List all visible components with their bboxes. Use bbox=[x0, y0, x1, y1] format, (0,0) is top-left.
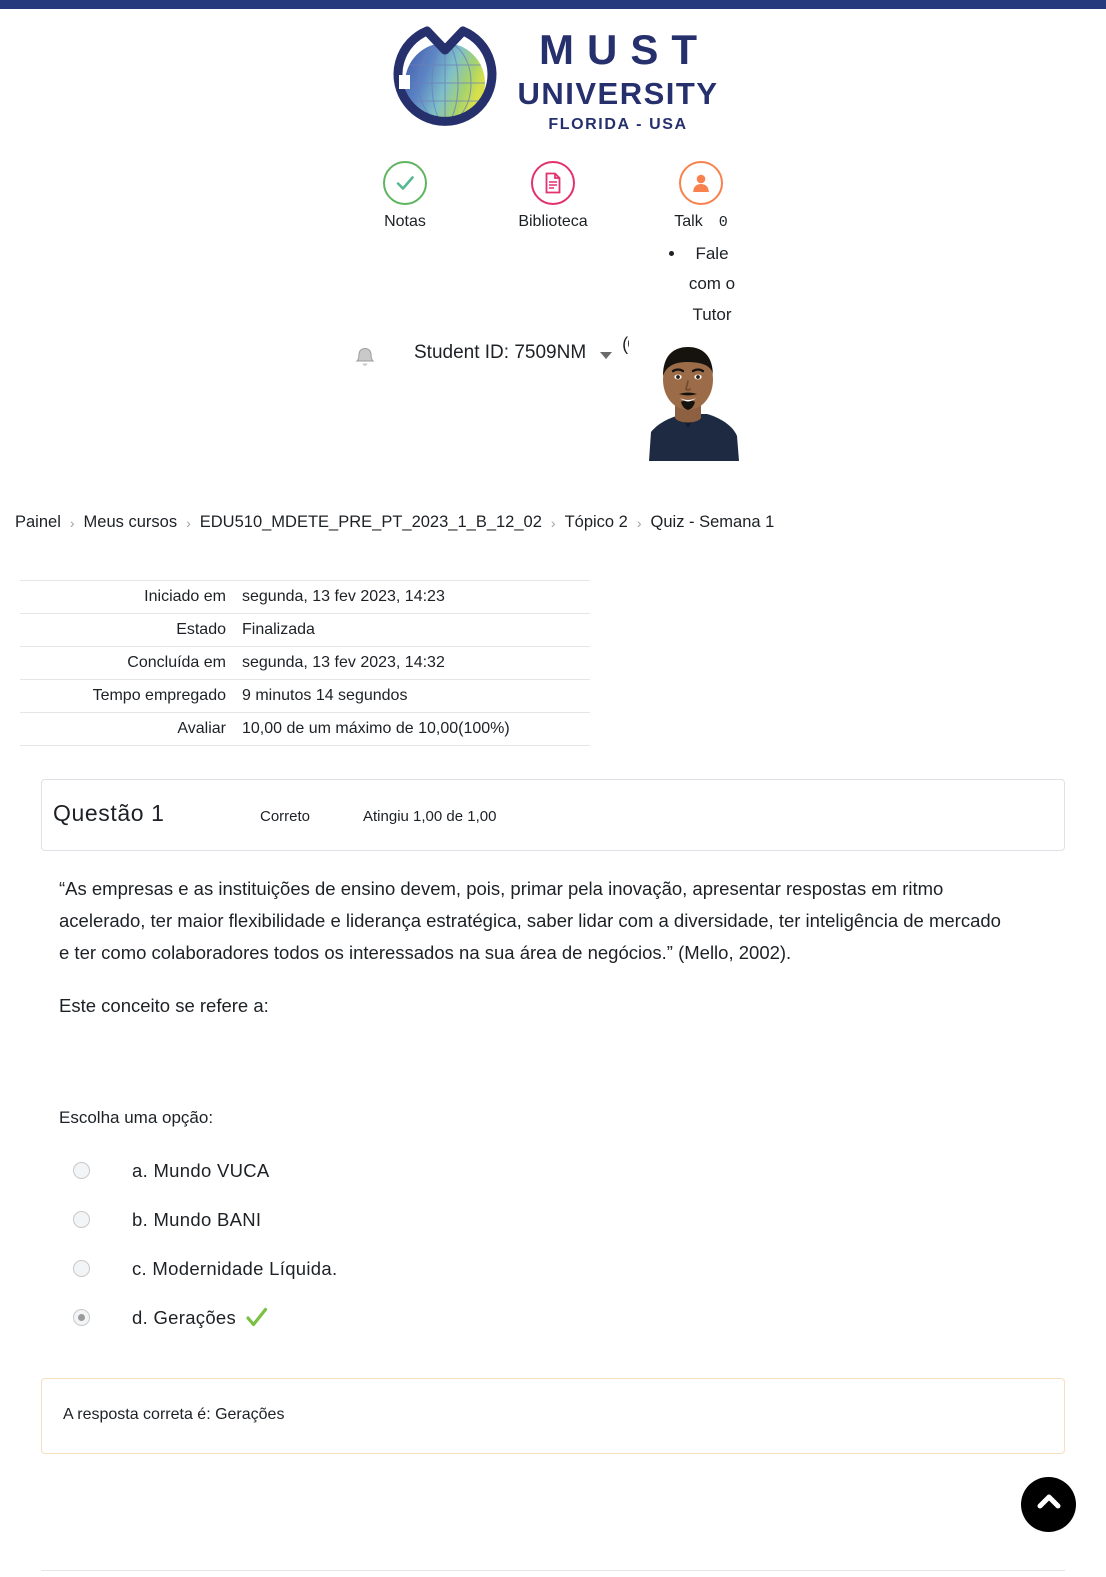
logo-must-text: MUST bbox=[539, 26, 710, 73]
breadcrumb-item-meus-cursos[interactable]: Meus cursos bbox=[84, 513, 178, 532]
site-logo[interactable]: MUST UNIVERSITY FLORIDA - USA bbox=[0, 9, 1106, 139]
logo-florida-text: FLORIDA - USA bbox=[548, 116, 688, 133]
table-row: Tempo empregado 9 minutos 14 segundos bbox=[20, 679, 590, 713]
answer-options-list: a. Mundo VUCA b. Mundo BANI c. Modernida… bbox=[59, 1146, 659, 1342]
breadcrumb-item-painel[interactable]: Painel bbox=[15, 513, 61, 532]
chevron-down-icon[interactable] bbox=[600, 351, 613, 359]
answer-option-d-label: d. Gerações bbox=[132, 1306, 237, 1328]
student-id-label: Student ID: 7509NM bbox=[414, 341, 587, 363]
quick-link-talk-label: Talk bbox=[674, 213, 703, 230]
answer-option-d[interactable]: d. Gerações bbox=[59, 1293, 659, 1342]
question-number: Questão 1 bbox=[53, 800, 165, 826]
user-menu[interactable]: Student ID: 7509NM (C bbox=[352, 334, 640, 376]
breadcrumb: Painel › Meus cursos › EDU510_MDETE_PRE_… bbox=[15, 513, 774, 532]
quick-link-biblioteca[interactable]: Biblioteca bbox=[503, 161, 603, 231]
breadcrumb-item-course[interactable]: EDU510_MDETE_PRE_PT_2023_1_B_12_02 bbox=[200, 513, 542, 532]
footer-divider bbox=[41, 1570, 1065, 1571]
site-header: MUST UNIVERSITY FLORIDA - USA Notas Bibl… bbox=[0, 9, 1106, 466]
chevron-up-icon bbox=[1034, 1487, 1064, 1522]
question-text-block: “As empresas e as instituições de ensino… bbox=[59, 873, 1009, 1022]
quick-link-notas-label: Notas bbox=[384, 213, 426, 230]
radio-button-b[interactable] bbox=[73, 1211, 90, 1228]
summary-key: Avaliar bbox=[20, 712, 242, 746]
question-header-card: Questão 1 Correto Atingiu 1,00 de 1,00 bbox=[41, 779, 1065, 851]
summary-value: segunda, 13 fev 2023, 14:23 bbox=[242, 580, 590, 614]
breadcrumb-separator-icon: › bbox=[636, 514, 642, 531]
attempt-summary-table: Iniciado em segunda, 13 fev 2023, 14:23 … bbox=[20, 580, 590, 746]
quick-link-notas[interactable]: Notas bbox=[355, 161, 455, 231]
question-grade: Atingiu 1,00 de 1,00 bbox=[363, 808, 497, 825]
breadcrumb-separator-icon: › bbox=[186, 514, 191, 531]
summary-value: Finalizada bbox=[242, 613, 590, 647]
logo-university-text: UNIVERSITY bbox=[517, 76, 719, 111]
radio-button-c[interactable] bbox=[73, 1260, 90, 1277]
radio-button-d[interactable] bbox=[73, 1309, 90, 1326]
top-navigation-bar bbox=[0, 0, 1106, 9]
correct-check-icon bbox=[245, 1306, 268, 1329]
summary-key: Tempo empregado bbox=[20, 679, 242, 713]
breadcrumb-item-quiz[interactable]: Quiz - Semana 1 bbox=[651, 513, 775, 532]
answer-option-a-label: a. Mundo VUCA bbox=[132, 1159, 270, 1181]
quick-link-talk-label-row: Talk 0 bbox=[674, 213, 727, 231]
user-strip: Student ID: 7509NM (C bbox=[0, 334, 1106, 466]
summary-value: 9 minutos 14 segundos bbox=[242, 679, 590, 713]
summary-value: 10,00 de um máximo de 10,00(100%) bbox=[242, 712, 590, 746]
table-row: Iniciado em segunda, 13 fev 2023, 14:23 bbox=[20, 580, 590, 614]
table-row: Avaliar 10,00 de um máximo de 10,00(100%… bbox=[20, 712, 590, 746]
question-state: Correto bbox=[260, 808, 311, 825]
scroll-to-top-button[interactable] bbox=[1021, 1477, 1076, 1532]
table-row: Concluída em segunda, 13 fev 2023, 14:32 bbox=[20, 646, 590, 680]
summary-key: Estado bbox=[20, 613, 242, 647]
talk-unread-badge: 0 bbox=[718, 214, 728, 231]
tutor-menu-item[interactable]: Fale com o Tutor bbox=[686, 239, 738, 330]
quick-link-talk[interactable]: Talk 0 Fale com o Tutor bbox=[651, 161, 751, 330]
check-circle-icon bbox=[383, 161, 427, 205]
answer-option-a[interactable]: a. Mundo VUCA bbox=[59, 1146, 659, 1195]
question-paragraph-quote: “As empresas e as instituições de ensino… bbox=[59, 878, 1001, 963]
correct-answer-text: A resposta correta é: Gerações bbox=[63, 1406, 285, 1423]
summary-key: Concluída em bbox=[20, 646, 242, 680]
answer-option-c[interactable]: c. Modernidade Líquida. bbox=[59, 1244, 659, 1293]
table-row: Estado Finalizada bbox=[20, 613, 590, 647]
answer-option-c-label: c. Modernidade Líquida. bbox=[132, 1257, 338, 1279]
question-header-row: Questão 1 Correto Atingiu 1,00 de 1,00 bbox=[42, 780, 1064, 827]
radio-button-a[interactable] bbox=[73, 1162, 90, 1179]
tutor-menu: Fale com o Tutor bbox=[664, 239, 738, 330]
question-paragraph-prompt: Este conceito se refere a: bbox=[59, 995, 269, 1017]
breadcrumb-separator-icon: › bbox=[69, 514, 75, 531]
breadcrumb-item-topico[interactable]: Tópico 2 bbox=[565, 513, 628, 532]
user-avatar-photo[interactable] bbox=[629, 335, 748, 461]
bell-icon[interactable] bbox=[352, 342, 378, 376]
answer-option-b-label: b. Mundo BANI bbox=[132, 1208, 262, 1230]
summary-value: segunda, 13 fev 2023, 14:32 bbox=[242, 646, 590, 680]
person-icon bbox=[679, 161, 723, 205]
question-feedback-box: A resposta correta é: Gerações bbox=[41, 1378, 1065, 1454]
breadcrumb-separator-icon: › bbox=[550, 514, 556, 531]
answer-option-b[interactable]: b. Mundo BANI bbox=[59, 1195, 659, 1244]
quick-links-row: Notas Biblioteca Talk 0 • Fale com o Tut… bbox=[0, 161, 1106, 330]
quick-link-biblioteca-label: Biblioteca bbox=[518, 213, 588, 230]
choose-option-label: Escolha uma opção: bbox=[59, 1108, 214, 1127]
globe-icon bbox=[387, 23, 503, 139]
document-icon bbox=[531, 161, 575, 205]
summary-key: Iniciado em bbox=[20, 580, 242, 614]
